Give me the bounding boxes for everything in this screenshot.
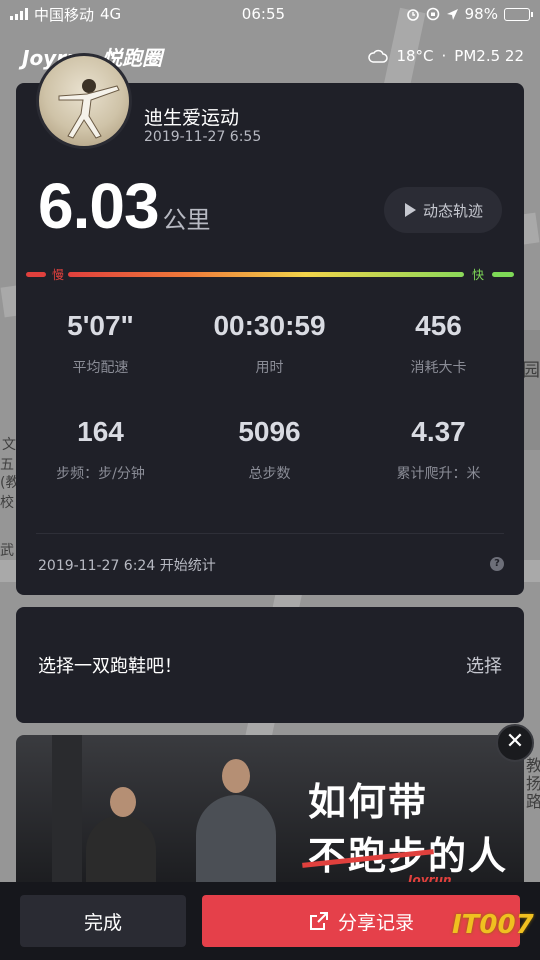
stat-label: 总步数 [248,466,291,482]
divider [36,533,504,534]
slow-label: 慢 [52,268,65,282]
battery-percent: 98% [464,5,498,23]
ad-image-pillar [52,735,82,895]
stat-duration: 00:30:59 用时 [185,305,354,411]
select-shoe-button[interactable]: 选择 [466,652,502,678]
location-icon [446,8,458,20]
air-quality: PM2.5 22 [454,47,524,65]
run-datetime: 2019-11-27 6:55 [144,129,262,145]
distance-value: 6.03 [38,170,160,242]
site-watermark: IT007 [452,910,534,940]
start-info: 2019-11-27 6:24 开始统计 [38,558,216,574]
shoe-prompt: 选择一双跑鞋吧！ [38,656,182,677]
ad-headline: 如何带 [308,780,429,824]
ad-image-runner-head [222,759,250,793]
stat-avg-pace: 5'07" 平均配速 [16,305,185,411]
ad-image-runner [196,795,276,895]
ad-text: 的人 [428,834,509,878]
network-label: 4G [100,5,122,23]
map-label: 武 [0,543,14,559]
stat-elevation: 4.37 累计爬升：米 [354,411,523,517]
rotation-lock-icon [426,7,439,21]
stat-label: 步频：步/分钟 [56,466,145,482]
carrier-label: 中国移动 [34,5,95,24]
stat-value: 456 [415,310,462,341]
stat-value: 4.37 [411,416,466,447]
stat-calories: 456 消耗大卡 [354,305,523,411]
distance-display: 6.03 公里 [38,169,211,243]
done-button[interactable]: 完成 [20,895,186,947]
battery-icon [503,7,533,21]
stat-value: 164 [77,416,124,447]
stats-grid: 5'07" 平均配速 00:30:59 用时 456 消耗大卡 164 步频：步… [16,305,524,517]
map-label: 文 [2,437,16,453]
shoe-selection-card[interactable]: 选择一双跑鞋吧！ 选择 [16,607,524,723]
close-ad-button[interactable]: ✕ [496,724,534,762]
avatar[interactable] [36,53,132,149]
track-replay-label: 动态轨迹 [422,201,483,220]
stat-value: 5'07" [67,310,134,341]
stat-value: 00:30:59 [213,310,326,341]
share-icon [309,912,328,930]
track-replay-button[interactable]: 动态轨迹 [384,187,502,233]
stat-label: 累计爬升：米 [396,466,481,482]
cloud-icon [368,49,389,63]
fast-label: 快 [471,268,484,282]
run-summary-card: 迪生爱运动 2019-11-27 6:55 6.03 公里 动态轨迹 慢 快 5… [16,53,524,595]
map-label: 校 [0,495,14,511]
play-icon [404,203,416,217]
ad-struck-text: 不跑步 [308,834,429,878]
ad-image-runner-head [110,787,136,817]
weather-info: 18°C · PM2.5 22 [368,47,524,65]
distance-unit: 公里 [162,206,211,234]
map-label: 路 [526,792,540,811]
clock: 06:55 [241,5,286,23]
stat-label: 用时 [255,360,284,376]
stat-label: 消耗大卡 [410,360,467,376]
help-icon[interactable]: ? [490,557,504,571]
temperature: 18°C [396,47,434,65]
ad-headline-2: 不跑步的人 [308,825,508,880]
alarm-icon [406,9,419,21]
map-label: 园 [522,360,540,381]
pace-gradient-bar: 慢 快 [26,267,514,283]
stat-steps: 5096 总步数 [185,411,354,517]
stat-label: 平均配速 [72,360,129,376]
signal-icon [10,8,28,20]
ad-banner[interactable]: 如何带 不跑步的人 Joyrun [16,735,524,895]
status-bar: 中国移动 4G 06:55 98% [0,0,540,28]
share-record-label: 分享记录 [337,911,414,934]
weather-separator: · [441,47,447,65]
stat-value: 5096 [238,416,301,447]
map-label: 五 [0,457,14,473]
stat-cadence: 164 步频：步/分钟 [16,411,185,517]
user-name: 迪生爱运动 [144,107,240,129]
